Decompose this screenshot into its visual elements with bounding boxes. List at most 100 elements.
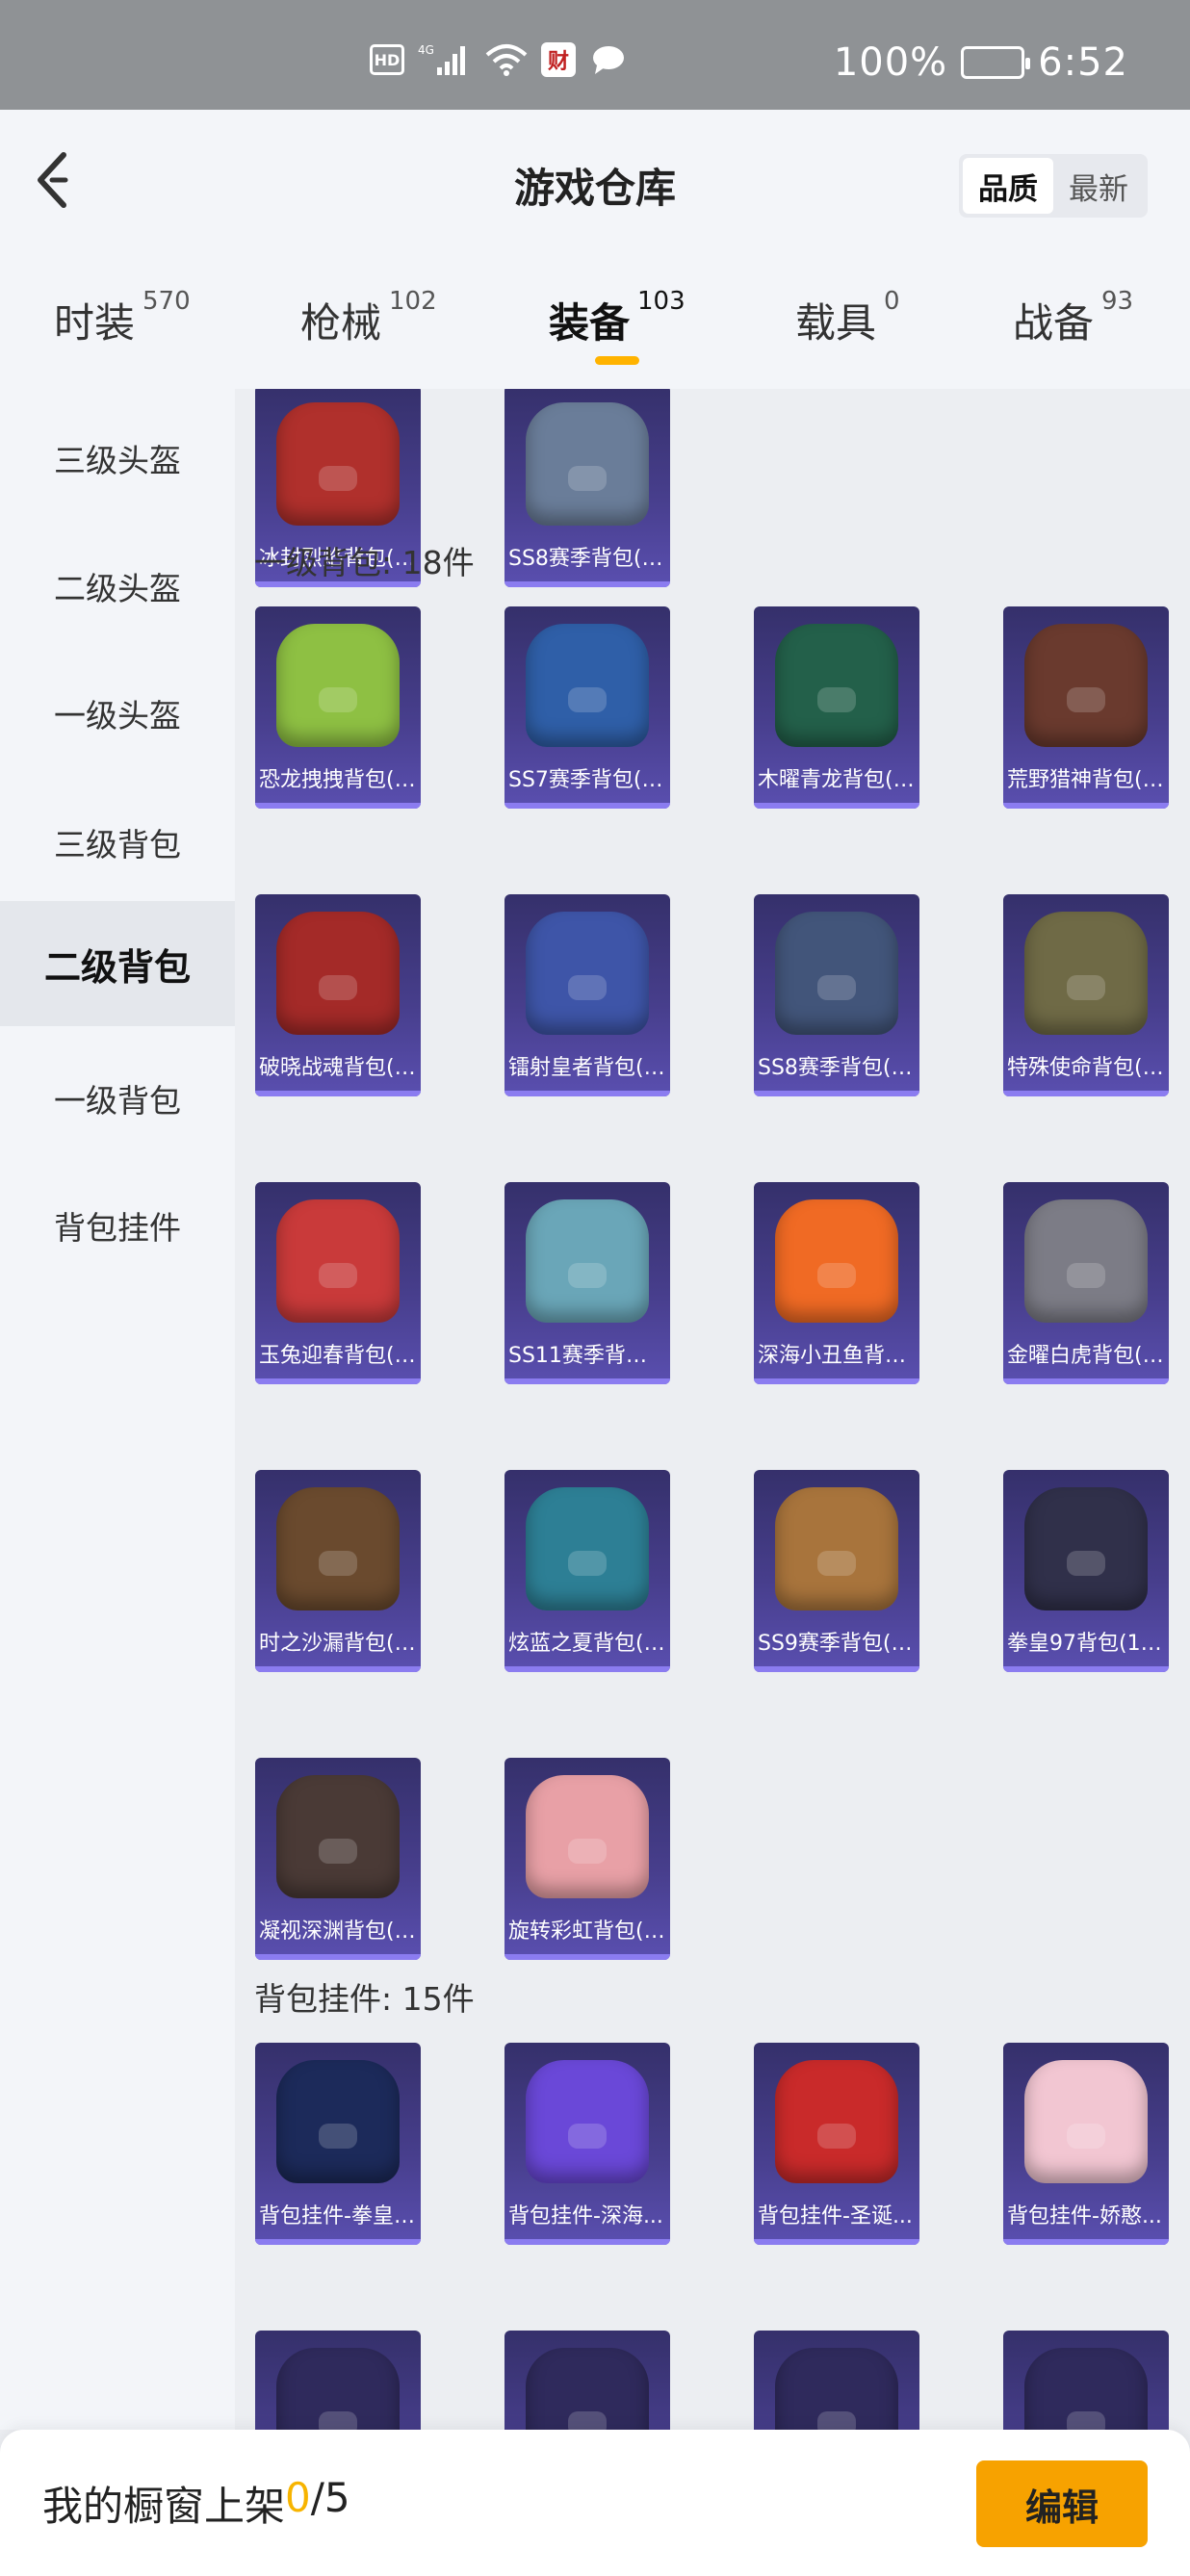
sidebar-item-backpack-2[interactable]: 二级背包 bbox=[0, 901, 235, 1026]
sidebar-item-backpack-1[interactable]: 一级背包 bbox=[0, 1036, 235, 1161]
item-card[interactable] bbox=[504, 2331, 670, 2430]
item-card[interactable]: 旋转彩虹背包(1... bbox=[504, 1758, 670, 1960]
item-card[interactable]: SS8赛季背包(1... bbox=[754, 894, 919, 1096]
item-card[interactable]: 特殊使命背包(1... bbox=[1003, 894, 1169, 1096]
item-card[interactable]: 木曜青龙背包(1... bbox=[754, 606, 919, 809]
category-tabs: 时装 570 枪械 102 装备 103 载具 0 战备 93 bbox=[0, 254, 1190, 389]
backpack-icon bbox=[1024, 1487, 1148, 1610]
item-name: 木曜青龙背包(1... bbox=[758, 768, 919, 792]
item-card[interactable]: 镭射皇者背包(1... bbox=[504, 894, 670, 1096]
item-name: 背包挂件-拳皇97 bbox=[259, 2204, 421, 2228]
tab-label: 装备 bbox=[549, 299, 631, 347]
tab-count: 570 bbox=[142, 287, 191, 316]
item-card[interactable]: SS11赛季背包(... bbox=[504, 1182, 670, 1384]
item-name: 荒野猎神背包(1... bbox=[1007, 768, 1169, 792]
sort-quality-button[interactable]: 品质 bbox=[963, 158, 1053, 214]
sort-toggle: 品质 最新 bbox=[959, 154, 1148, 218]
item-card[interactable]: SS7赛季背包(1... bbox=[504, 606, 670, 809]
charm-icon bbox=[276, 2348, 400, 2430]
item-card[interactable]: 恐龙拽拽背包(1... bbox=[255, 606, 421, 809]
item-name: 旋转彩虹背包(1... bbox=[508, 1919, 670, 1944]
charm-icon bbox=[775, 2060, 898, 2183]
backpack-icon bbox=[526, 1487, 649, 1610]
battery-icon bbox=[961, 46, 1031, 79]
item-name: SS7赛季背包(1... bbox=[508, 768, 670, 792]
item-card[interactable]: 背包挂件-拳皇97 bbox=[255, 2043, 421, 2245]
item-card[interactable]: 荒野猎神背包(1... bbox=[1003, 606, 1169, 809]
item-name: SS9赛季背包(1... bbox=[758, 1632, 919, 1656]
backpack-icon bbox=[276, 402, 400, 526]
app-notification-icon: 财 bbox=[541, 42, 576, 77]
item-name: 炫蓝之夏背包(1... bbox=[508, 1632, 670, 1656]
tab-vehicles[interactable]: 载具 0 bbox=[795, 287, 900, 349]
backpack-icon bbox=[276, 624, 400, 747]
edit-button[interactable]: 编辑 bbox=[976, 2460, 1148, 2547]
backpack-icon bbox=[276, 1775, 400, 1898]
status-icons: HD 4G 财 bbox=[370, 42, 628, 77]
backpack-icon bbox=[276, 1487, 400, 1610]
item-name: 时之沙漏背包(1... bbox=[259, 1632, 421, 1656]
clock: 6:52 bbox=[1038, 40, 1128, 85]
item-card[interactable]: 凝视深渊背包(1... bbox=[255, 1758, 421, 1960]
showcase-label: 我的橱窗上架 bbox=[42, 2483, 286, 2530]
item-card[interactable] bbox=[255, 2331, 421, 2430]
backpack-icon bbox=[1024, 624, 1148, 747]
tab-label: 载具 bbox=[795, 299, 877, 347]
tab-guns[interactable]: 枪械 102 bbox=[300, 287, 437, 349]
item-card[interactable]: 背包挂件-娇憨... bbox=[1003, 2043, 1169, 2245]
section-title: 背包挂件: 15件 bbox=[254, 1980, 475, 2018]
status-bar: HD 4G 财 100% 6:52 bbox=[0, 0, 1190, 110]
sidebar-item-backpack-3[interactable]: 三级背包 bbox=[0, 780, 235, 905]
charm-icon bbox=[276, 2060, 400, 2183]
backpack-icon bbox=[276, 912, 400, 1035]
sidebar-item-backpack-charm[interactable]: 背包挂件 bbox=[0, 1163, 235, 1288]
item-card[interactable]: 深海小丑鱼背包... bbox=[754, 1182, 919, 1384]
backpack-icon bbox=[775, 1199, 898, 1323]
tab-supplies[interactable]: 战备 93 bbox=[1013, 287, 1133, 349]
item-card[interactable]: 背包挂件-圣诞... bbox=[754, 2043, 919, 2245]
item-card[interactable]: 背包挂件-深海... bbox=[504, 2043, 670, 2245]
item-card[interactable] bbox=[754, 2331, 919, 2430]
item-name: 深海小丑鱼背包... bbox=[758, 1344, 919, 1368]
wifi-icon bbox=[485, 42, 528, 77]
tab-count: 102 bbox=[389, 287, 437, 316]
bottom-bar: 我的橱窗上架 0 /5 编辑 bbox=[0, 2430, 1190, 2576]
item-name: 恐龙拽拽背包(1... bbox=[259, 768, 421, 792]
sidebar-item-helmet-2[interactable]: 二级头盔 bbox=[0, 524, 235, 649]
item-card[interactable]: 炫蓝之夏背包(1... bbox=[504, 1470, 670, 1672]
item-card[interactable]: SS9赛季背包(1... bbox=[754, 1470, 919, 1672]
item-card[interactable] bbox=[1003, 2331, 1169, 2430]
signal-icon: 4G bbox=[418, 42, 472, 77]
tab-count: 103 bbox=[637, 287, 686, 316]
item-card[interactable]: 拳皇97背包(1级) bbox=[1003, 1470, 1169, 1672]
network-type-label: 4G bbox=[418, 43, 434, 57]
tab-fashion[interactable]: 时装 570 bbox=[54, 287, 191, 349]
charm-icon bbox=[1024, 2060, 1148, 2183]
item-card[interactable]: 破晓战魂背包(1... bbox=[255, 894, 421, 1096]
tab-label: 时装 bbox=[54, 299, 136, 347]
item-name: 破晓战魂背包(1... bbox=[259, 1056, 421, 1080]
item-card[interactable]: 玉兔迎春背包(1... bbox=[255, 1182, 421, 1384]
backpack-icon bbox=[1024, 1199, 1148, 1323]
sort-newest-button[interactable]: 最新 bbox=[1053, 158, 1144, 214]
page-header: 游戏仓库 品质 最新 bbox=[0, 110, 1190, 254]
message-icon bbox=[589, 42, 628, 77]
item-card[interactable]: 金曜白虎背包(1... bbox=[1003, 1182, 1169, 1384]
backpack-icon bbox=[276, 1199, 400, 1323]
tab-equipment[interactable]: 装备 103 bbox=[549, 287, 686, 349]
backpack-icon bbox=[1024, 912, 1148, 1035]
status-right: 100% 6:52 bbox=[834, 40, 1128, 85]
backpack-icon bbox=[526, 1775, 649, 1898]
item-name: 镭射皇者背包(1... bbox=[508, 1056, 670, 1080]
sidebar-item-helmet-3[interactable]: 三级头盔 bbox=[0, 396, 235, 521]
section-title: 一级背包: 18件 bbox=[254, 544, 475, 581]
active-tab-indicator bbox=[595, 356, 639, 365]
sidebar-item-helmet-1[interactable]: 一级头盔 bbox=[0, 651, 235, 776]
backpack-icon bbox=[775, 1487, 898, 1610]
backpack-icon bbox=[775, 912, 898, 1035]
item-name: SS8赛季背包(2... bbox=[508, 547, 670, 571]
item-card[interactable]: 时之沙漏背包(1... bbox=[255, 1470, 421, 1672]
item-card[interactable]: SS8赛季背包(2... bbox=[504, 389, 670, 587]
item-name: 凝视深渊背包(1... bbox=[259, 1919, 421, 1944]
item-name: 拳皇97背包(1级) bbox=[1007, 1632, 1169, 1656]
